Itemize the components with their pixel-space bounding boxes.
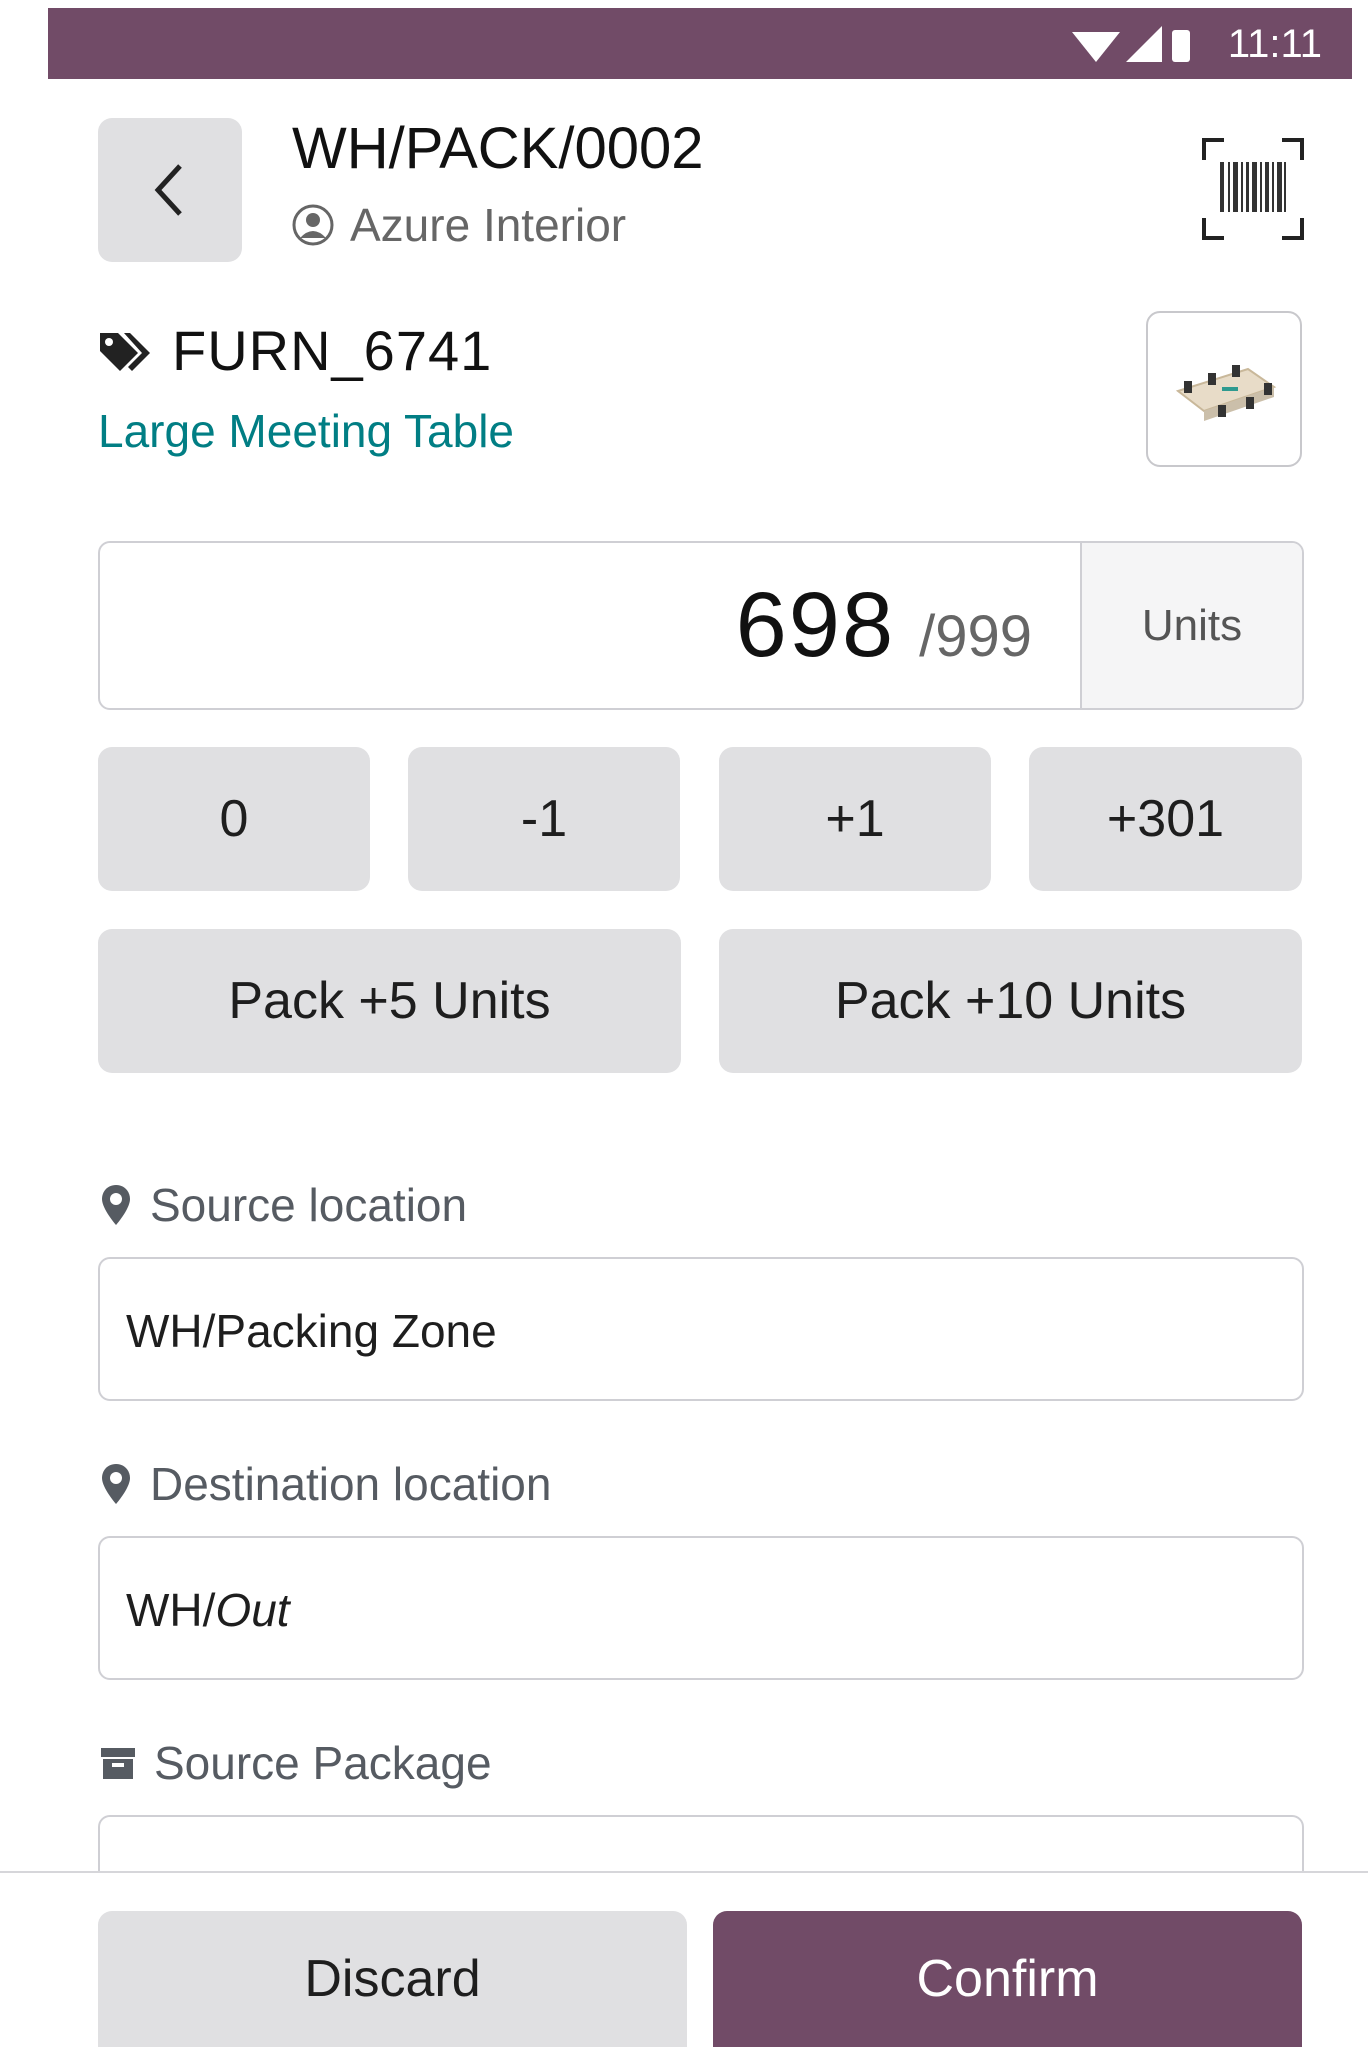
destination-location-field[interactable]: WH/Out <box>98 1536 1304 1680</box>
archive-box-icon <box>101 1748 135 1779</box>
product-code-row: FURN_6741 <box>98 318 492 383</box>
tags-icon <box>100 332 150 371</box>
partner-name: Azure Interior <box>350 199 627 251</box>
source-location-label: Source location <box>100 1178 467 1232</box>
set-zero-button[interactable]: 0 <box>98 747 370 891</box>
meeting-table-image <box>1175 365 1277 421</box>
destination-location-name: Out <box>215 1584 290 1636</box>
source-location-value: WH/Packing Zone <box>126 1305 497 1357</box>
status-icons <box>1072 26 1192 69</box>
destination-location-prefix: WH/ <box>126 1584 216 1636</box>
discard-button[interactable]: Discard <box>98 1911 687 2047</box>
destination-location-value: WH/Out <box>126 1586 290 1634</box>
source-package-label: Source Package <box>100 1736 492 1790</box>
signal-icon <box>1126 26 1162 62</box>
back-button[interactable] <box>98 118 242 262</box>
battery-icon <box>1172 30 1190 62</box>
source-location-field[interactable]: WH/Packing Zone <box>98 1257 1304 1401</box>
chevron-left-icon <box>154 164 182 216</box>
destination-location-label: Destination location <box>100 1457 551 1511</box>
user-circle-icon <box>292 204 334 246</box>
barcode-scan-button[interactable] <box>1200 136 1306 242</box>
map-marker-icon <box>102 1464 130 1504</box>
quantity-total: /999 <box>919 604 1032 669</box>
plus-one-button[interactable]: +1 <box>719 747 991 891</box>
uom-box: Units <box>1080 543 1302 708</box>
product-name-link[interactable]: Large Meeting Table <box>98 404 514 458</box>
plus-remaining-button[interactable]: +301 <box>1029 747 1302 891</box>
map-marker-icon <box>102 1185 130 1225</box>
quantity-value[interactable]: 698 <box>736 573 896 678</box>
product-code: FURN_6741 <box>172 319 493 382</box>
wifi-icon <box>1072 32 1120 62</box>
pack-5-units-button[interactable]: Pack +5 Units <box>98 929 681 1073</box>
product-image[interactable] <box>1146 311 1302 467</box>
status-time: 11:11 <box>1227 22 1322 66</box>
page-title: WH/PACK/0002 <box>292 116 704 181</box>
quantity-value-group: 698 /999 <box>736 573 1032 678</box>
quantity-field[interactable]: 698 /999 Units <box>98 541 1304 710</box>
pack-10-units-button[interactable]: Pack +10 Units <box>719 929 1302 1073</box>
minus-one-button[interactable]: -1 <box>408 747 680 891</box>
uom-label: Units <box>1141 600 1243 650</box>
barcode-icon <box>1202 138 1304 240</box>
status-bar: 11:11 <box>48 8 1352 79</box>
partner-row: Azure Interior <box>292 198 626 252</box>
confirm-button[interactable]: Confirm <box>713 1911 1302 2047</box>
